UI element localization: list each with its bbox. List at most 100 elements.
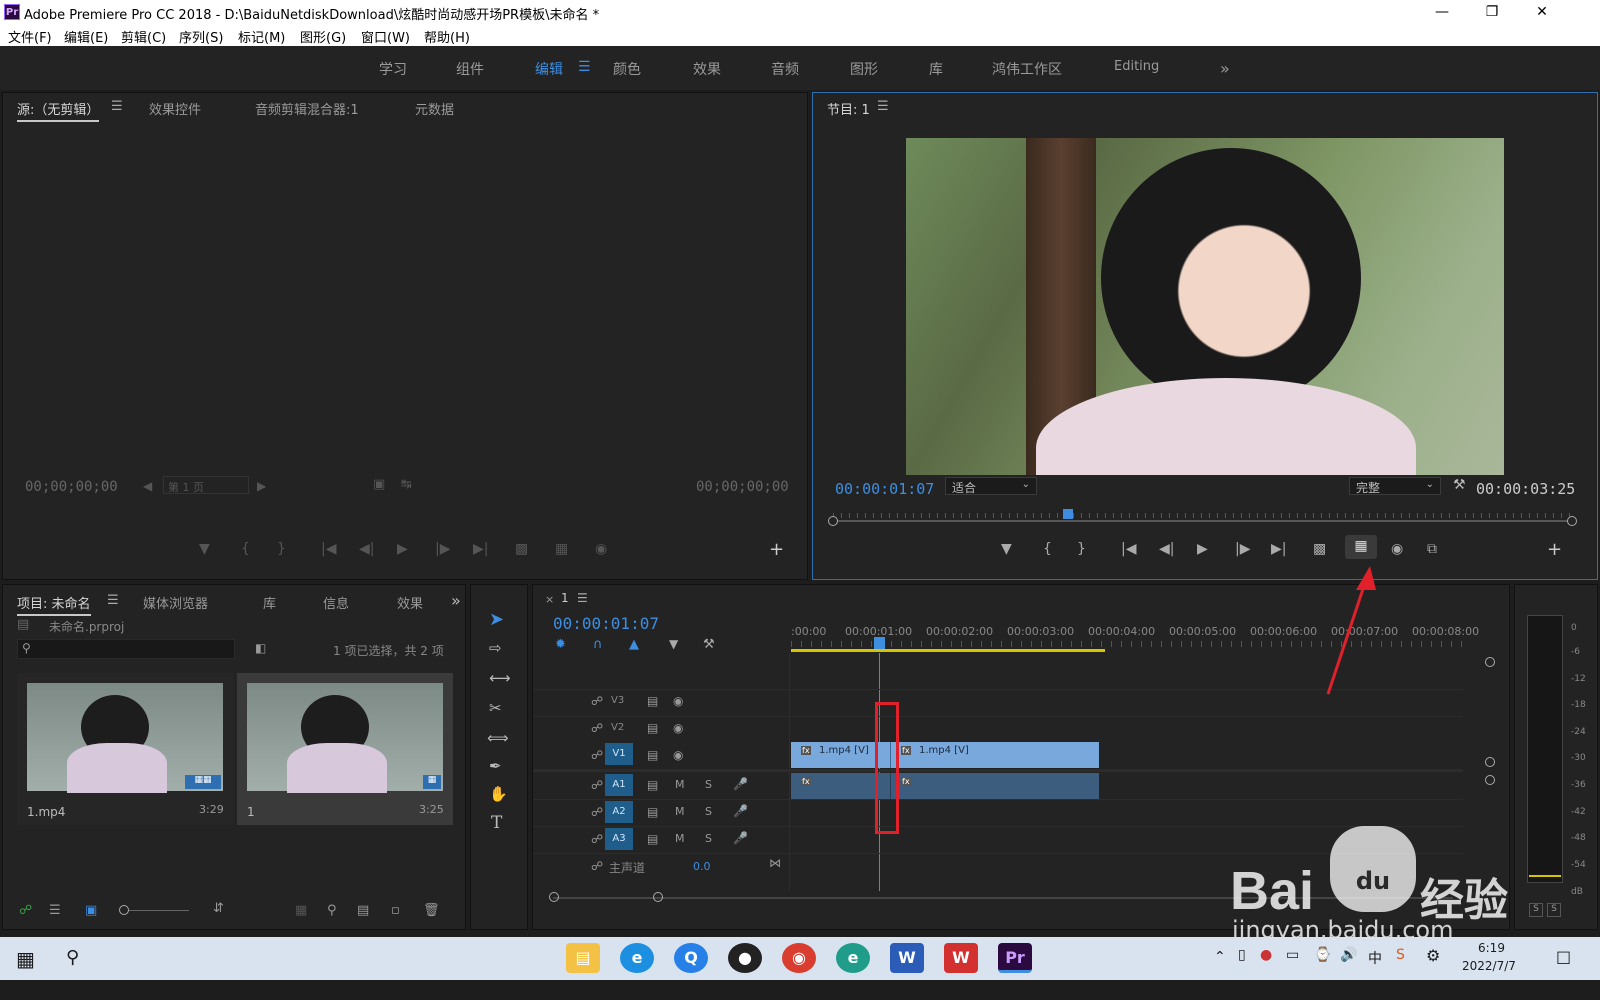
vertical-scroll-handle[interactable] (1485, 657, 1495, 667)
step-back-icon[interactable]: ◀| (1159, 541, 1174, 557)
vertical-scroll-handle[interactable] (1485, 775, 1495, 785)
workspace-graphics[interactable]: 图形 (850, 59, 878, 79)
ime-indicator[interactable]: 中 (1368, 948, 1382, 968)
clock-time[interactable]: 6:19 (1478, 941, 1505, 955)
tab-project[interactable]: 项目: 未命名 (17, 593, 91, 616)
new-item-icon[interactable]: ▫ (391, 903, 400, 918)
workspace-color[interactable]: 颜色 (613, 59, 641, 79)
qq-browser-icon[interactable]: Q (674, 943, 708, 973)
volume-icon[interactable]: 🔊 (1340, 947, 1357, 963)
lock-track-icon[interactable]: ☍ (591, 748, 603, 762)
hand-tool-icon[interactable]: ✋ (489, 785, 508, 803)
sogou-icon[interactable]: S (1396, 947, 1405, 963)
microphone-icon[interactable]: 🎤 (733, 804, 748, 818)
scroll-handle-right[interactable] (653, 892, 663, 902)
solo-button[interactable]: S (705, 778, 712, 791)
lock-track-icon[interactable]: ☍ (591, 805, 603, 819)
slip-tool-icon[interactable]: ⟺ (487, 729, 509, 747)
search-icon[interactable]: ⚲ (66, 947, 79, 968)
more-tabs-icon[interactable]: » (451, 591, 461, 610)
program-video-frame[interactable] (906, 138, 1504, 475)
microphone-icon[interactable]: 🎤 (733, 777, 748, 791)
add-marker-icon[interactable]: ▼ (1001, 541, 1012, 557)
microphone-icon[interactable]: 🎤 (733, 831, 748, 845)
menu-edit[interactable]: 编辑(E) (64, 27, 108, 46)
chrome-icon[interactable]: ◉ (782, 943, 816, 973)
lock-track-icon[interactable]: ☍ (591, 721, 603, 735)
nest-icon[interactable]: ✹ (555, 637, 566, 652)
usb-icon[interactable]: ▯ (1238, 947, 1246, 963)
tray-qq-icon[interactable]: ● (1260, 947, 1272, 963)
browser-e-icon[interactable]: e (620, 943, 654, 973)
tab-effects[interactable]: 效果 (397, 593, 423, 612)
audio-clip-2[interactable]: fx (891, 773, 1099, 799)
tab-source[interactable]: 源:（无剪辑） (17, 99, 100, 122)
eye-icon[interactable]: ◉ (673, 721, 683, 735)
zoom-slider-handle[interactable] (119, 905, 129, 915)
list-view-icon[interactable]: ☰ (49, 903, 61, 918)
linked-selection-icon[interactable]: ▲ (629, 637, 639, 652)
mark-out-icon[interactable]: } (1077, 541, 1086, 557)
timeline-playhead[interactable] (874, 637, 885, 649)
premiere-taskbar-icon[interactable]: Pr (998, 943, 1032, 973)
wps-icon[interactable]: W (944, 943, 978, 973)
wrench-icon[interactable]: ⚒ (1453, 477, 1466, 493)
sequence-tab[interactable]: 1 (561, 591, 569, 605)
comparison-view-icon[interactable]: ⧉ (1427, 541, 1437, 557)
search-input[interactable]: ⚲ (17, 639, 235, 659)
master-link-icon[interactable]: ⋈ (769, 856, 781, 870)
program-menu-icon[interactable]: ☰ (877, 99, 889, 114)
lock-track-icon[interactable]: ☍ (591, 832, 603, 846)
workspace-audio[interactable]: 音频 (771, 59, 799, 79)
new-bin-icon[interactable]: ▤ (357, 903, 369, 918)
export-frame-icon[interactable]: ◉ (1391, 541, 1403, 557)
menu-file[interactable]: 文件(F) (8, 27, 52, 46)
razor-tool-icon[interactable]: ✂ (489, 699, 502, 717)
program-timecode[interactable]: 00:00:01:07 (835, 480, 934, 498)
eye-icon[interactable]: ◉ (673, 694, 683, 708)
workspace-libraries[interactable]: 库 (929, 59, 943, 79)
step-forward-icon[interactable]: |▶ (1235, 541, 1250, 557)
minimize-button[interactable]: — (1422, 2, 1462, 22)
wifi-icon[interactable]: ⌚ (1314, 947, 1331, 963)
find-icon[interactable]: ⚲ (327, 903, 337, 918)
zoom-slider[interactable] (129, 910, 189, 911)
lock-track-icon[interactable]: ☍ (591, 694, 603, 708)
panel-menu-icon[interactable]: ☰ (111, 99, 123, 114)
ripple-edit-tool-icon[interactable]: ⟷ (489, 669, 511, 687)
eye-icon[interactable]: ◉ (673, 748, 683, 762)
go-to-in-icon[interactable]: |◀ (1121, 541, 1136, 557)
tab-audio-mixer[interactable]: 音频剪辑混合器:1 (255, 99, 359, 118)
workspace-learn[interactable]: 学习 (379, 59, 407, 79)
menu-sequence[interactable]: 序列(S) (179, 27, 223, 46)
quality-select[interactable]: 完整 ⌄ (1349, 477, 1441, 495)
delete-icon[interactable]: 🗑 (423, 903, 440, 918)
solo-right-button[interactable]: S (1547, 903, 1561, 917)
restore-button[interactable]: ❐ (1472, 2, 1512, 22)
edge-icon[interactable]: e (836, 943, 870, 973)
add-button-icon[interactable]: + (1547, 539, 1562, 560)
menu-graphics[interactable]: 图形(G) (300, 27, 346, 46)
solo-left-button[interactable]: S (1529, 903, 1543, 917)
mute-button[interactable]: M (675, 778, 685, 791)
track-target-a2[interactable]: A2 (605, 801, 633, 823)
qq-icon[interactable]: ● (728, 943, 762, 973)
workspace-menu-icon[interactable]: ☰ (578, 59, 591, 75)
notification-icon[interactable]: □ (1556, 947, 1571, 966)
track-target-a1[interactable]: A1 (605, 774, 633, 796)
selection-tool-icon[interactable]: ➤ (489, 609, 504, 630)
track-select-tool-icon[interactable]: ⇨ (489, 639, 502, 657)
menu-marker[interactable]: 标记(M) (238, 27, 285, 46)
track-target-a3[interactable]: A3 (605, 828, 633, 850)
timeline-settings-icon[interactable]: ⚒ (703, 637, 715, 652)
zoom-handle-right[interactable] (1567, 516, 1577, 526)
workspace-custom[interactable]: 鸿伟工作区 (992, 59, 1062, 79)
workspace-effects[interactable]: 效果 (693, 59, 721, 79)
sync-lock-icon[interactable]: ▤ (647, 805, 658, 819)
go-to-out-icon[interactable]: ▶| (1271, 541, 1286, 557)
project-menu-icon[interactable]: ☰ (107, 593, 119, 608)
tab-info[interactable]: 信息 (323, 593, 349, 612)
sync-lock-icon[interactable]: ▤ (647, 832, 658, 846)
lift-icon[interactable]: ▩ (1313, 541, 1326, 557)
tab-metadata[interactable]: 元数据 (415, 99, 454, 118)
